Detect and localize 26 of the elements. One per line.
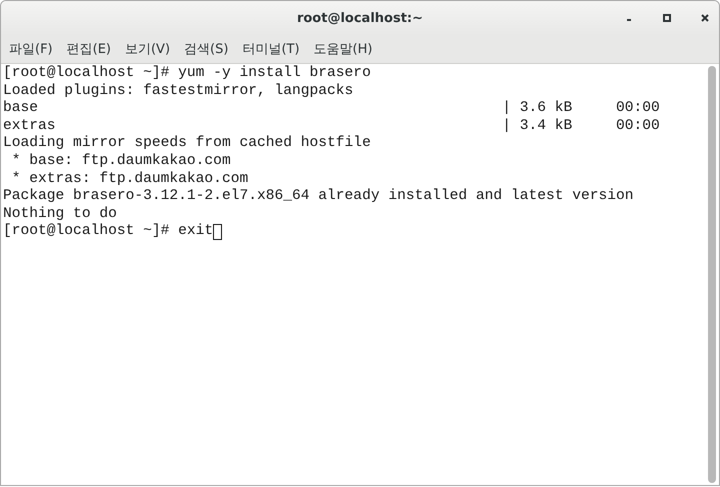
menu-item[interactable]: 파일(F) xyxy=(9,40,53,58)
close-icon[interactable] xyxy=(701,14,709,22)
terminal-line: * extras: ftp.daumkakao.com xyxy=(10,170,248,188)
terminal-line: Loaded plugins: fastestmirror, langpacks xyxy=(3,82,354,100)
terminal-line: [root@localhost ~]# yum -y install brasero xyxy=(3,65,371,83)
separator-text: | xyxy=(502,100,512,118)
terminal-line: Nothing to do xyxy=(3,206,117,223)
terminal-line: * base: ftp.daumkakao.com xyxy=(10,152,231,171)
separator-text: | xyxy=(502,118,512,136)
terminal-line: [root@localhost ~]# exit xyxy=(3,223,214,241)
download-time: 00:00 xyxy=(616,118,660,136)
download-time: 00:00 xyxy=(616,100,660,118)
menu-item[interactable]: 편집(E) xyxy=(66,40,111,58)
menu-item[interactable]: 도움말(H) xyxy=(314,40,372,58)
menu-item[interactable]: 검색(S) xyxy=(184,40,228,58)
menu-item[interactable]: 보기(V) xyxy=(124,40,170,58)
download-size: 3.4 kB xyxy=(520,118,574,136)
scrollbar[interactable] xyxy=(708,66,716,483)
maximize-icon[interactable] xyxy=(663,14,671,22)
terminal-line: Package brasero-3.12.1-2.el7.x86_64 already installed and latest version xyxy=(3,188,634,206)
window-title: root@localhost:~ xyxy=(296,10,424,26)
terminal-line: extras xyxy=(3,118,57,135)
terminal-line: Loading mirror speeds from cached hostfile xyxy=(3,135,371,153)
terminal-line: base xyxy=(3,100,40,118)
download-size: 3.6 kB xyxy=(520,100,574,118)
menu-item[interactable]: 터미널(T) xyxy=(242,40,300,58)
